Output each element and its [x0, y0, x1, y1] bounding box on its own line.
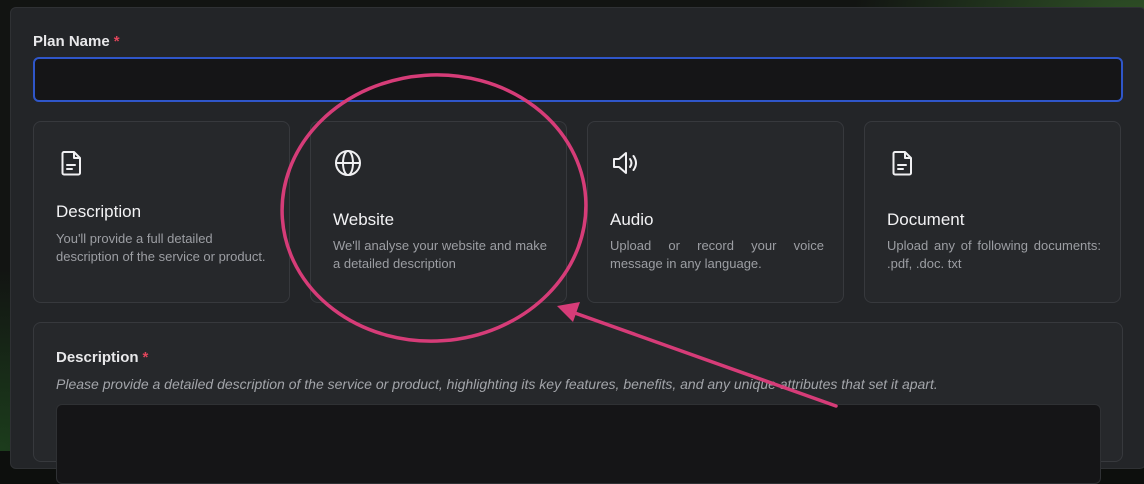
- option-card-audio[interactable]: Audio Upload or record your voice messag…: [587, 121, 844, 303]
- plan-name-input[interactable]: [33, 57, 1123, 102]
- required-mark: *: [142, 349, 149, 366]
- document-icon: [61, 151, 81, 176]
- option-title: Website: [333, 210, 395, 229]
- plan-name-label: Plan Name *: [33, 33, 120, 50]
- description-hint: Please provide a detailed description of…: [56, 376, 938, 392]
- description-section: Description * Please provide a detailed d…: [33, 322, 1123, 484]
- speaker-icon: [613, 152, 637, 174]
- document-icon: [892, 151, 912, 176]
- option-description: Upload any of following documents: .pdf,…: [887, 238, 1101, 271]
- option-card-description[interactable]: Description You'll provide a full detail…: [33, 121, 290, 303]
- option-description: We'll analyse your website and make a de…: [333, 238, 547, 271]
- required-mark: *: [113, 33, 120, 50]
- option-card-website[interactable]: Website We'll analyse your website and m…: [310, 121, 567, 303]
- description-label: Description *: [56, 349, 149, 366]
- option-title: Audio: [610, 210, 654, 229]
- option-title: Description: [56, 202, 142, 221]
- description-textarea[interactable]: [56, 404, 1101, 484]
- option-description: Upload or record your voice message in a…: [610, 238, 824, 271]
- option-card-document[interactable]: Document Upload any of following documen…: [864, 121, 1121, 303]
- option-description: You'll provide a full detailed descripti…: [56, 231, 266, 264]
- option-title: Document: [887, 210, 965, 229]
- globe-icon: [335, 150, 361, 176]
